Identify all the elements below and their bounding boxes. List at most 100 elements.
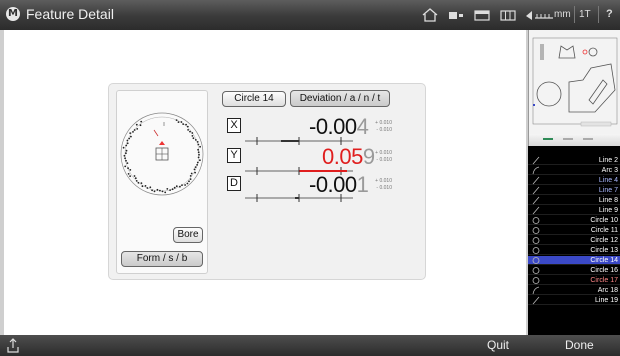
feature-list-item[interactable]: Circle 10 [528, 216, 620, 225]
line-icon [532, 186, 540, 195]
ruler-icon [535, 14, 553, 19]
measured-point [159, 189, 161, 192]
measured-point [127, 173, 130, 175]
feature-list-label: Arc 3 [601, 167, 618, 174]
feature-name-button[interactable]: Circle 14 [222, 91, 286, 107]
measured-point [196, 141, 199, 143]
probe-icon[interactable] [447, 8, 465, 22]
tolerance-plus: + 0.010 [375, 178, 392, 184]
feature-list-item[interactable]: Circle 11 [528, 226, 620, 235]
measured-point [188, 180, 190, 183]
measured-point [151, 189, 153, 192]
unit-toggle[interactable]: mm [554, 9, 571, 20]
measured-point [197, 156, 200, 159]
line-icon [532, 206, 540, 215]
done-button[interactable]: Done [565, 338, 594, 352]
measured-point [191, 135, 194, 137]
measured-point [141, 185, 144, 188]
measured-point [125, 149, 128, 152]
measured-point [129, 175, 131, 177]
feature-list-item[interactable]: Line 7 [528, 186, 620, 195]
feature-list-label: Line 4 [598, 177, 618, 184]
measured-point [185, 123, 187, 126]
measured-point [196, 164, 198, 166]
help-button[interactable]: ? [606, 8, 613, 20]
titlebar-divider [574, 6, 575, 23]
line-icon [532, 176, 540, 185]
measured-point [175, 119, 178, 121]
measured-point [199, 159, 201, 162]
feature-list-label: Circle 17 [590, 277, 618, 284]
measured-point [169, 189, 171, 191]
feature-list-item[interactable]: Circle 12 [528, 236, 620, 245]
measured-point [123, 154, 126, 157]
measured-point [191, 132, 194, 134]
tolerance-x: + 0.010- 0.010 [362, 120, 392, 134]
feature-list[interactable]: Line 2 Arc 3 Line 4 Line 7 Line 8 Line 9 Circl… [528, 146, 620, 335]
feature-list-item[interactable]: Line 4 [528, 176, 620, 185]
circle-icon [532, 277, 540, 284]
measured-point [199, 145, 201, 148]
measured-point [184, 184, 186, 186]
measured-point [125, 144, 128, 147]
measured-point [129, 169, 132, 171]
feature-list-item[interactable]: Line 2 [528, 156, 620, 165]
feature-list-item[interactable]: Circle 17 [528, 276, 620, 285]
line-icon [532, 156, 540, 165]
feature-list-item[interactable]: Line 19 [528, 296, 620, 305]
measured-point [173, 186, 176, 189]
measured-point [164, 191, 167, 194]
tolerance-y: + 0.010- 0.010 [362, 150, 392, 164]
deviation-button[interactable]: Deviation / a / n / t [290, 90, 390, 107]
grid-icon[interactable] [499, 8, 517, 22]
feature-list-label: Circle 11 [590, 227, 618, 234]
export-icon[interactable] [6, 338, 20, 354]
measured-point [149, 186, 152, 189]
axis-label-y: Y [227, 148, 241, 163]
measured-point [144, 185, 147, 187]
feature-list-item[interactable]: Line 8 [528, 196, 620, 205]
feature-list-item[interactable]: Arc 18 [528, 286, 620, 295]
feature-list-item[interactable]: Arc 3 [528, 166, 620, 175]
home-icon[interactable] [421, 8, 439, 22]
measured-point [189, 178, 192, 180]
measured-point [193, 168, 196, 171]
circle-icon [532, 217, 540, 224]
measured-point [124, 165, 127, 168]
app-window: M Feature Detail mm 1T ? Bore Form / s /… [0, 0, 620, 356]
measured-point [136, 128, 139, 130]
measured-point [198, 153, 200, 156]
feature-list-item[interactable]: Circle 14 [528, 256, 620, 265]
measured-point [166, 188, 169, 190]
measured-point [175, 185, 178, 188]
window-icon[interactable] [473, 8, 491, 22]
measured-point [190, 172, 193, 175]
measured-point [161, 190, 164, 193]
measured-point [128, 137, 131, 140]
feature-list-label: Line 2 [598, 157, 618, 164]
measured-point [133, 175, 136, 177]
measured-point [194, 171, 196, 174]
page-title: Feature Detail [26, 6, 114, 22]
measured-point [181, 184, 183, 186]
circle-icon [532, 237, 540, 244]
feature-list-item[interactable]: Circle 13 [528, 246, 620, 255]
feature-list-item[interactable]: Circle 16 [528, 266, 620, 275]
arc-icon [532, 166, 540, 175]
form-button[interactable]: Form / s / b [121, 251, 203, 267]
mode-toggle[interactable]: 1T [579, 9, 591, 20]
measured-point [139, 124, 142, 127]
measured-point [186, 125, 189, 128]
axis-label-x: X [227, 118, 241, 133]
tolerance-minus: - 0.010 [376, 127, 392, 133]
measured-point [126, 139, 129, 142]
bore-button[interactable]: Bore [173, 227, 203, 243]
feature-list-label: Line 8 [598, 197, 618, 204]
tolerance-plus: + 0.010 [375, 120, 392, 126]
measured-point [132, 131, 134, 133]
tolerance-d: + 0.010- 0.010 [362, 178, 392, 192]
part-preview[interactable] [528, 30, 620, 134]
measured-point [140, 120, 143, 123]
feature-list-item[interactable]: Line 9 [528, 206, 620, 215]
quit-button[interactable]: Quit [487, 338, 509, 352]
